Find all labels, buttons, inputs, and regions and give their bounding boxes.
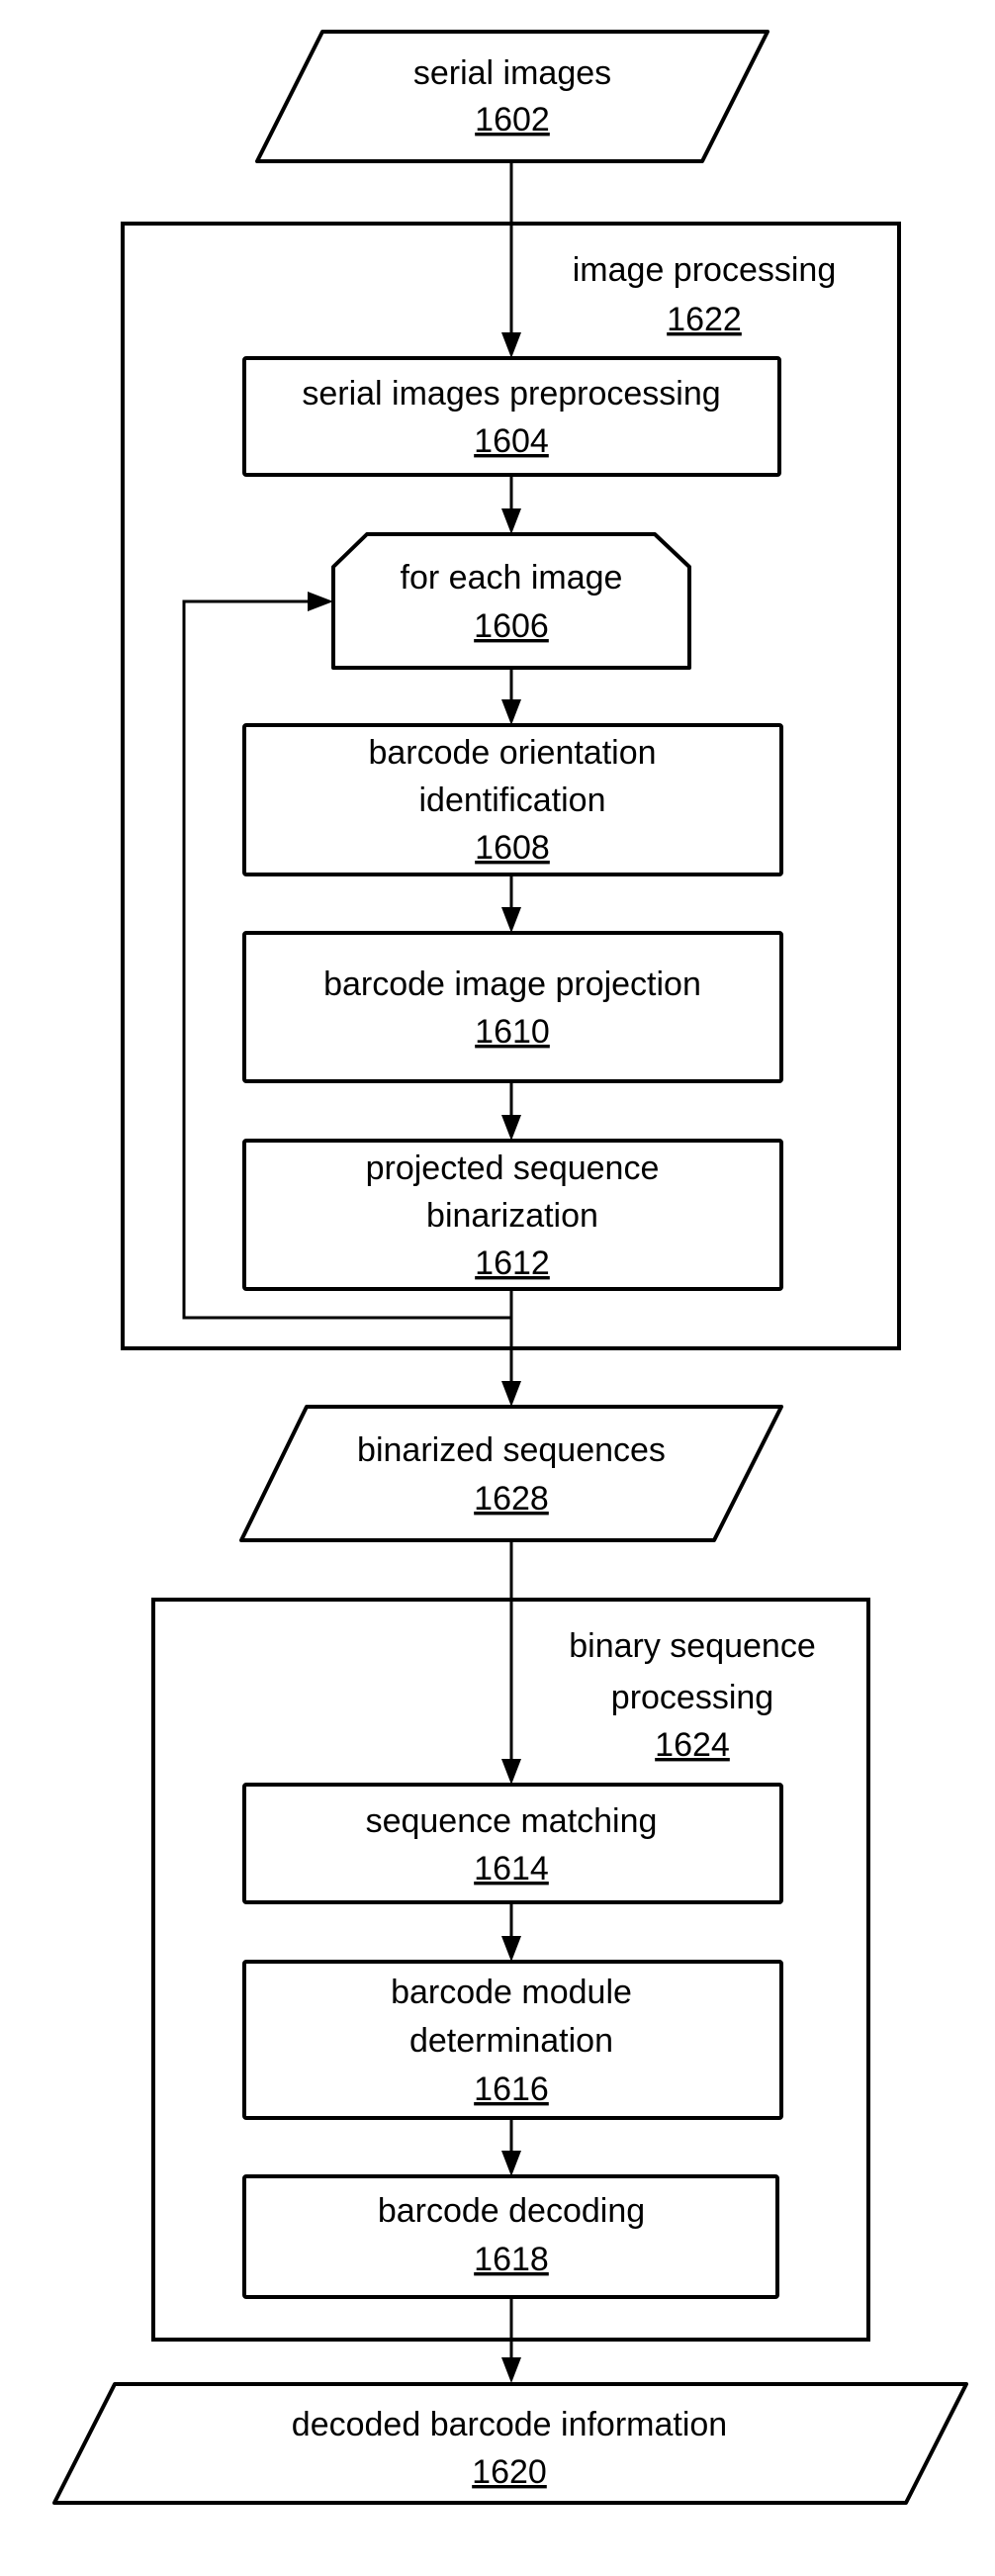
group-image-processing-ref: 1622	[667, 301, 742, 338]
node-ref: 1616	[474, 2070, 549, 2108]
process-shape	[242, 931, 783, 1083]
node-label: barcode decoding	[378, 2192, 645, 2230]
data-shape	[239, 1405, 783, 1542]
arrowhead-1620	[501, 2357, 521, 2383]
arrowhead-loop-1606	[308, 592, 333, 611]
arrowhead-1606	[501, 508, 521, 534]
arrowhead-1612	[501, 1115, 521, 1141]
node-label-line1: barcode orientation	[368, 734, 656, 772]
group-binary-sequence-processing-label-line2: processing	[611, 1679, 773, 1716]
loop-limit-shape	[331, 532, 691, 670]
node-barcode-module-determination: barcode module determination 1616	[242, 1960, 783, 2120]
node-label-line1: projected sequence	[366, 1150, 660, 1187]
node-decoded-barcode-information: decoded barcode information 1620	[52, 2382, 968, 2505]
node-barcode-decoding: barcode decoding 1618	[242, 2174, 779, 2299]
node-label: for each image	[401, 559, 623, 597]
node-label: barcode image projection	[323, 966, 701, 1003]
node-for-each-image: for each image 1606	[331, 532, 691, 670]
arrowhead-1608	[501, 699, 521, 725]
node-binarized-sequences: binarized sequences 1628	[239, 1405, 783, 1542]
node-serial-images-preprocessing: serial images preprocessing 1604	[242, 356, 781, 477]
arrowhead-1614	[501, 1759, 521, 1785]
arrowhead-1610	[501, 907, 521, 933]
node-ref: 1606	[474, 607, 549, 645]
group-binary-sequence-processing-label-line1: binary sequence	[569, 1627, 816, 1665]
node-label: binarized sequences	[357, 1431, 666, 1469]
arrowhead-1604	[501, 332, 521, 358]
barcode-decoding-flowchart: image processing 1622 binary sequence pr…	[52, 30, 968, 2505]
node-barcode-orientation-identification: barcode orientation identification 1608	[242, 723, 783, 876]
node-ref: 1602	[475, 101, 550, 138]
arrowhead-1628	[501, 1381, 521, 1407]
node-ref: 1620	[472, 2453, 547, 2491]
node-barcode-image-projection: barcode image projection 1610	[242, 931, 783, 1083]
node-serial-images: serial images 1602	[255, 30, 769, 163]
data-shape	[255, 30, 769, 163]
arrowhead-1618	[501, 2151, 521, 2176]
node-ref: 1612	[475, 1244, 550, 1282]
node-ref: 1610	[475, 1013, 550, 1051]
node-label: sequence matching	[366, 1802, 658, 1840]
node-label: serial images preprocessing	[302, 375, 720, 413]
group-binary-sequence-processing-ref: 1624	[655, 1726, 730, 1764]
group-image-processing-label: image processing	[573, 251, 836, 289]
node-label-line2: binarization	[426, 1197, 598, 1235]
node-label: serial images	[413, 54, 611, 92]
node-ref: 1618	[474, 2241, 549, 2278]
node-projected-sequence-binarization: projected sequence binarization 1612	[242, 1139, 783, 1291]
node-ref: 1628	[474, 1480, 549, 1518]
node-label-line2: identification	[418, 782, 605, 819]
node-ref: 1604	[474, 422, 549, 460]
node-label-line2: determination	[409, 2022, 613, 2060]
node-ref: 1614	[474, 1850, 549, 1887]
node-label: decoded barcode information	[292, 2406, 727, 2443]
node-sequence-matching: sequence matching 1614	[242, 1783, 783, 1904]
node-ref: 1608	[475, 829, 550, 867]
node-label-line1: barcode module	[391, 1974, 632, 2011]
arrowhead-1616	[501, 1936, 521, 1962]
